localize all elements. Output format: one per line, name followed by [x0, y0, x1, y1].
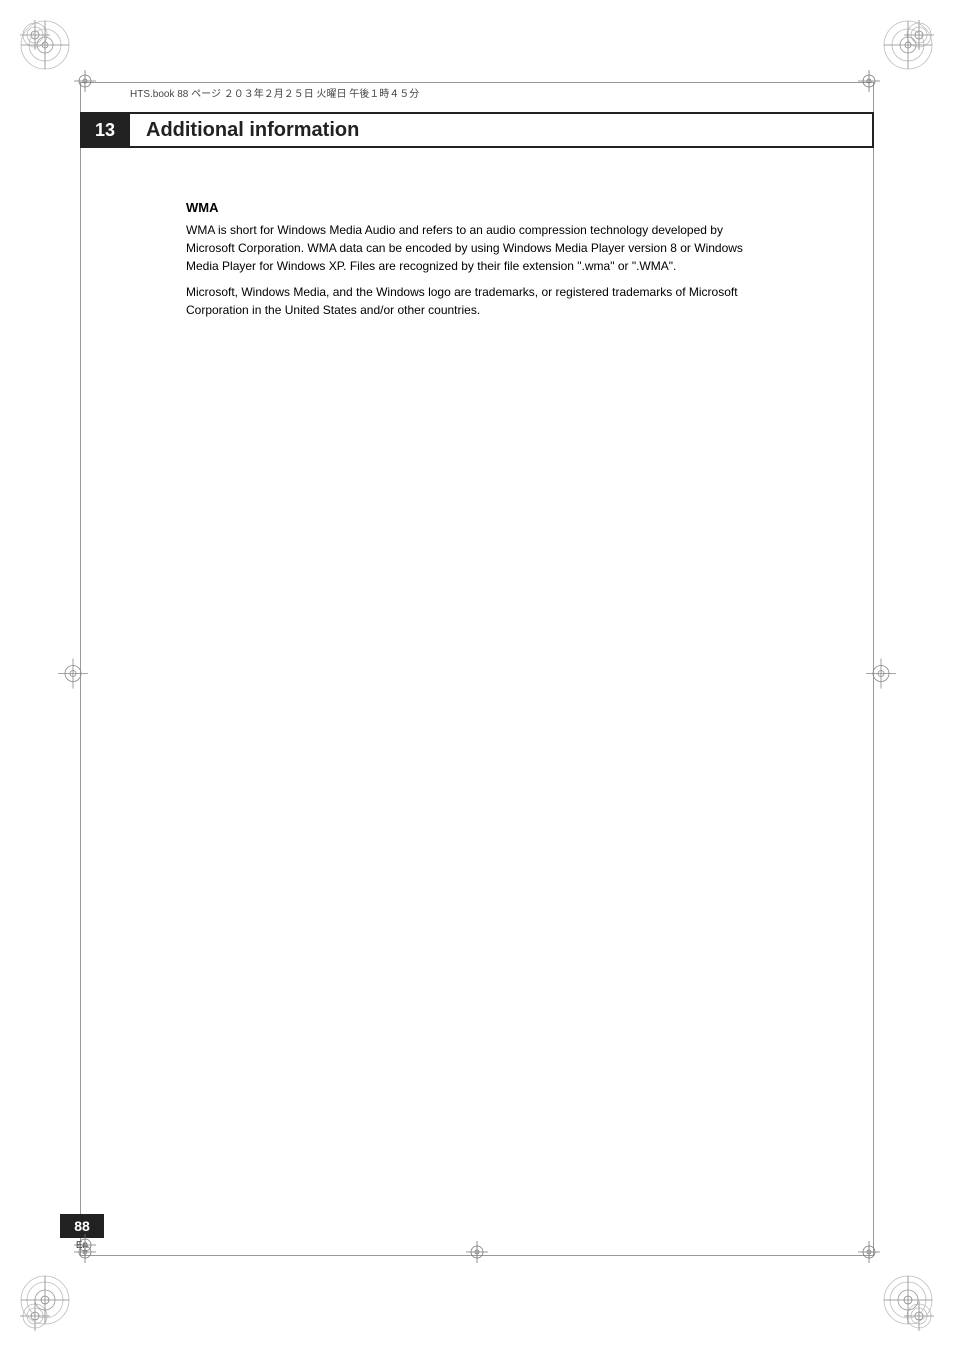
chapter-header: 13 Additional information: [80, 110, 874, 150]
registration-text: HTS.book 88 ページ ２０３年２月２５日 火曜日 午後１時４５分: [130, 85, 419, 100]
chapter-number: 13: [80, 112, 130, 148]
bottom-right-corner-circle: [881, 1273, 936, 1333]
top-left-corner-circle: [18, 18, 73, 78]
mid-left-crosshair: [58, 658, 88, 693]
bottom-left-corner-circle: [18, 1273, 73, 1333]
bottom-center-inner-crosshair: [466, 1241, 488, 1268]
page: HTS.book 88 ページ ２０３年２月２５日 火曜日 午後１時４５分 13…: [0, 0, 954, 1351]
top-left-inner-crosshair: [74, 70, 96, 97]
section-title: WMA: [186, 200, 768, 215]
mid-right-crosshair: [866, 658, 896, 693]
paragraph-1: WMA is short for Windows Media Audio and…: [186, 221, 768, 275]
top-border-line: [80, 82, 874, 83]
chapter-title: Additional information: [146, 119, 359, 142]
top-right-inner-crosshair: [858, 70, 880, 97]
paragraph-2: Microsoft, Windows Media, and the Window…: [186, 283, 768, 319]
chapter-title-box: Additional information: [130, 112, 874, 148]
top-right-corner-circle: [881, 18, 936, 78]
content-area: WMA WMA is short for Windows Media Audio…: [186, 200, 768, 327]
section-body: WMA is short for Windows Media Audio and…: [186, 221, 768, 319]
bottom-page-left-crosshair: [74, 1234, 96, 1261]
bottom-right-inner-crosshair: [858, 1241, 880, 1268]
